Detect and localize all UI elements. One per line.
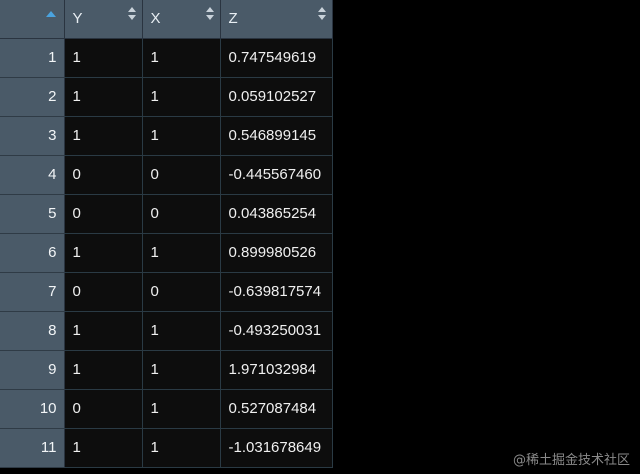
row-number: 7	[0, 272, 65, 312]
cell-z[interactable]: -0.445567460	[220, 155, 333, 195]
row-number: 6	[0, 233, 65, 273]
cell-y[interactable]: 1	[64, 38, 143, 78]
cell-x[interactable]: 1	[142, 233, 221, 273]
cell-z[interactable]: -1.031678649	[220, 428, 333, 468]
header-row: Y X Z	[0, 0, 333, 39]
row-number: 11	[0, 428, 65, 468]
row-number: 9	[0, 350, 65, 390]
table-row[interactable]: 7 0 0 -0.639817574	[0, 272, 333, 312]
table-row[interactable]: 6 1 1 0.899980526	[0, 233, 333, 273]
column-header-x[interactable]: X	[142, 0, 221, 39]
data-viewer: Y X Z 1 1 1 0.747549619 2 1 1 0.05910252…	[0, 0, 640, 474]
row-number: 3	[0, 116, 65, 156]
column-header-label: Y	[72, 10, 83, 28]
row-number: 1	[0, 38, 65, 78]
cell-z[interactable]: -0.493250031	[220, 311, 333, 351]
cell-y[interactable]: 1	[64, 350, 143, 390]
table-row[interactable]: 4 0 0 -0.445567460	[0, 155, 333, 195]
sort-icon[interactable]	[205, 7, 214, 21]
cell-z[interactable]: -0.639817574	[220, 272, 333, 312]
sort-icon[interactable]	[317, 7, 326, 21]
cell-y[interactable]: 1	[64, 116, 143, 156]
cell-y[interactable]: 0	[64, 155, 143, 195]
table-row[interactable]: 9 1 1 1.971032984	[0, 350, 333, 390]
row-index-header[interactable]	[0, 0, 65, 39]
table-row[interactable]: 5 0 0 0.043865254	[0, 194, 333, 234]
row-number: 8	[0, 311, 65, 351]
table-row[interactable]: 3 1 1 0.546899145	[0, 116, 333, 156]
cell-x[interactable]: 1	[142, 350, 221, 390]
cell-z[interactable]: 1.971032984	[220, 350, 333, 390]
cell-z[interactable]: 0.527087484	[220, 389, 333, 429]
cell-y[interactable]: 1	[64, 311, 143, 351]
row-number: 2	[0, 77, 65, 117]
column-header-y[interactable]: Y	[64, 0, 143, 39]
column-header-label: X	[150, 10, 161, 28]
cell-x[interactable]: 0	[142, 194, 221, 234]
cell-x[interactable]: 1	[142, 38, 221, 78]
table-row[interactable]: 8 1 1 -0.493250031	[0, 311, 333, 351]
table-row[interactable]: 11 1 1 -1.031678649	[0, 428, 333, 468]
cell-y[interactable]: 0	[64, 272, 143, 312]
row-number: 4	[0, 155, 65, 195]
cell-z[interactable]: 0.059102527	[220, 77, 333, 117]
watermark: @稀土掘金技术社区	[512, 453, 630, 468]
sort-ascending-icon	[46, 11, 56, 17]
cell-x[interactable]: 1	[142, 428, 221, 468]
row-number: 5	[0, 194, 65, 234]
cell-x[interactable]: 1	[142, 77, 221, 117]
table-row[interactable]: 10 0 1 0.527087484	[0, 389, 333, 429]
column-header-label: Z	[228, 10, 238, 28]
sort-icon[interactable]	[127, 7, 136, 21]
cell-x[interactable]: 1	[142, 311, 221, 351]
cell-z[interactable]: 0.546899145	[220, 116, 333, 156]
cell-x[interactable]: 0	[142, 155, 221, 195]
cell-z[interactable]: 0.747549619	[220, 38, 333, 78]
cell-y[interactable]: 1	[64, 233, 143, 273]
cell-y[interactable]: 1	[64, 77, 143, 117]
row-number: 10	[0, 389, 65, 429]
cell-z[interactable]: 0.043865254	[220, 194, 333, 234]
cell-x[interactable]: 0	[142, 272, 221, 312]
table-row[interactable]: 2 1 1 0.059102527	[0, 77, 333, 117]
cell-y[interactable]: 0	[64, 194, 143, 234]
table-row[interactable]: 1 1 1 0.747549619	[0, 38, 333, 78]
cell-z[interactable]: 0.899980526	[220, 233, 333, 273]
cell-x[interactable]: 1	[142, 389, 221, 429]
cell-y[interactable]: 1	[64, 428, 143, 468]
cell-y[interactable]: 0	[64, 389, 143, 429]
cell-x[interactable]: 1	[142, 116, 221, 156]
column-header-z[interactable]: Z	[220, 0, 333, 39]
data-table: Y X Z 1 1 1 0.747549619 2 1 1 0.05910252…	[0, 0, 333, 468]
